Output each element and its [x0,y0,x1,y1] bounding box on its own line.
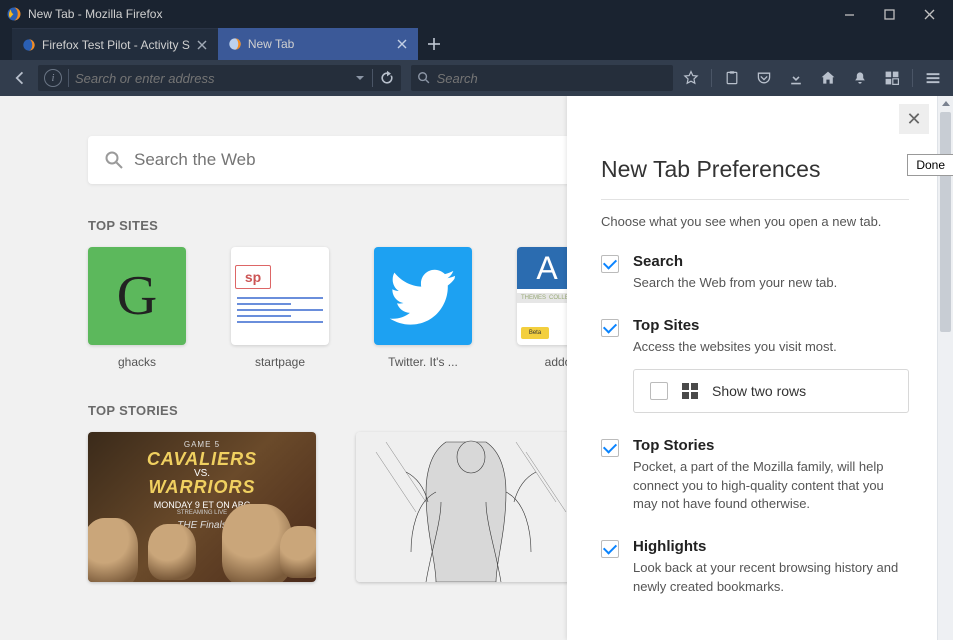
new-tab-button[interactable] [418,28,450,60]
url-input[interactable] [75,71,350,86]
tile-thumbnail [374,247,472,345]
nav-toolbar: i [0,60,953,96]
tab-bar: Firefox Test Pilot - Activity S New Tab [0,28,953,60]
pref-item-topstories: Top Stories Pocket, a part of the Mozill… [601,437,909,515]
tile-thumbnail: G [88,247,186,345]
prefs-title: New Tab Preferences [601,156,909,183]
checkbox-highlights[interactable] [601,540,619,558]
search-icon [417,71,431,85]
dropdown-icon[interactable] [354,72,366,84]
scroll-up-arrow[interactable] [938,96,953,112]
info-icon[interactable]: i [44,69,62,87]
two-rows-label: Show two rows [712,383,806,399]
checkbox-two-rows[interactable] [650,382,668,400]
pref-item-search: Search Search the Web from your new tab. [601,253,909,293]
pref-title: Highlights [633,538,909,555]
pref-subtitle: Access the websites you visit most. [633,338,909,357]
firefox-icon [228,37,242,51]
vertical-scrollbar[interactable]: Done [937,96,953,640]
firefox-icon [6,6,22,22]
bookmark-star-icon[interactable] [677,64,705,92]
top-site-tile[interactable]: Twitter. It's ... [374,247,472,369]
checkbox-topsites[interactable] [601,319,619,337]
minimize-button[interactable] [829,0,869,28]
new-tab-preferences-panel: ✕ New Tab Preferences Choose what you se… [567,96,937,640]
tab-label: Firefox Test Pilot - Activity S [42,38,190,52]
pref-title: Search [633,253,837,270]
window-title: New Tab - Mozilla Firefox [28,7,162,21]
twitter-icon [388,261,458,331]
search-input[interactable] [437,71,667,86]
tile-thumbnail: sp [231,247,329,345]
story-team: CAVALIERS [147,449,257,470]
home-icon[interactable] [814,64,842,92]
hamburger-menu-icon[interactable] [919,64,947,92]
reload-icon[interactable] [379,70,395,86]
back-button[interactable] [6,64,34,92]
show-two-rows-option[interactable]: Show two rows [633,369,909,413]
pref-item-highlights: Highlights Look back at your recent brow… [601,538,909,597]
checkbox-topstories[interactable] [601,439,619,457]
done-button[interactable]: Done [907,154,953,176]
grid-icon [682,383,698,399]
story-card[interactable] [356,432,584,582]
scrollbar-thumb[interactable] [940,112,951,332]
sp-logo: sp [235,265,271,289]
url-bar[interactable]: i [38,65,401,91]
tab-label: New Tab [248,37,390,51]
downloads-icon[interactable] [782,64,810,92]
checkbox-search[interactable] [601,255,619,273]
pocket-icon[interactable] [750,64,778,92]
notification-icon[interactable] [846,64,874,92]
pref-subtitle: Search the Web from your new tab. [633,274,837,293]
top-site-tile[interactable]: G ghacks [88,247,186,369]
search-icon [104,150,124,170]
maximize-button[interactable] [869,0,909,28]
pref-title: Top Sites [633,317,909,334]
prefs-description: Choose what you see when you open a new … [601,214,909,229]
story-team: WARRIORS [149,477,256,498]
firefox-icon [22,38,36,52]
close-icon[interactable] [196,39,208,51]
story-stream: STREAMING LIVE [177,510,227,516]
addon-puzzle-icon[interactable] [878,64,906,92]
new-tab-content: TOP SITES G ghacks sp startpage Twitter.… [0,96,953,640]
tile-label: startpage [231,355,329,369]
tile-label: ghacks [88,355,186,369]
search-bar[interactable] [411,65,673,91]
engraving-image [356,432,584,582]
pref-subtitle: Pocket, a part of the Mozilla family, wi… [633,458,909,515]
close-icon[interactable] [396,38,408,50]
close-panel-button[interactable]: ✕ [899,104,929,134]
clipboard-icon[interactable] [718,64,746,92]
top-site-tile[interactable]: sp startpage [231,247,329,369]
tab-inactive[interactable]: Firefox Test Pilot - Activity S [12,28,218,60]
pref-title: Top Stories [633,437,909,454]
window-titlebar: New Tab - Mozilla Firefox [0,0,953,28]
story-card[interactable]: GAME 5 CAVALIERS VS. WARRIORS MONDAY 9 E… [88,432,316,582]
pref-item-topsites: Top Sites Access the websites you visit … [601,317,909,413]
tile-label: Twitter. It's ... [374,355,472,369]
tab-active[interactable]: New Tab [218,28,418,60]
close-window-button[interactable] [909,0,949,28]
pref-subtitle: Look back at your recent browsing histor… [633,559,909,597]
story-overline: GAME 5 [184,440,220,449]
